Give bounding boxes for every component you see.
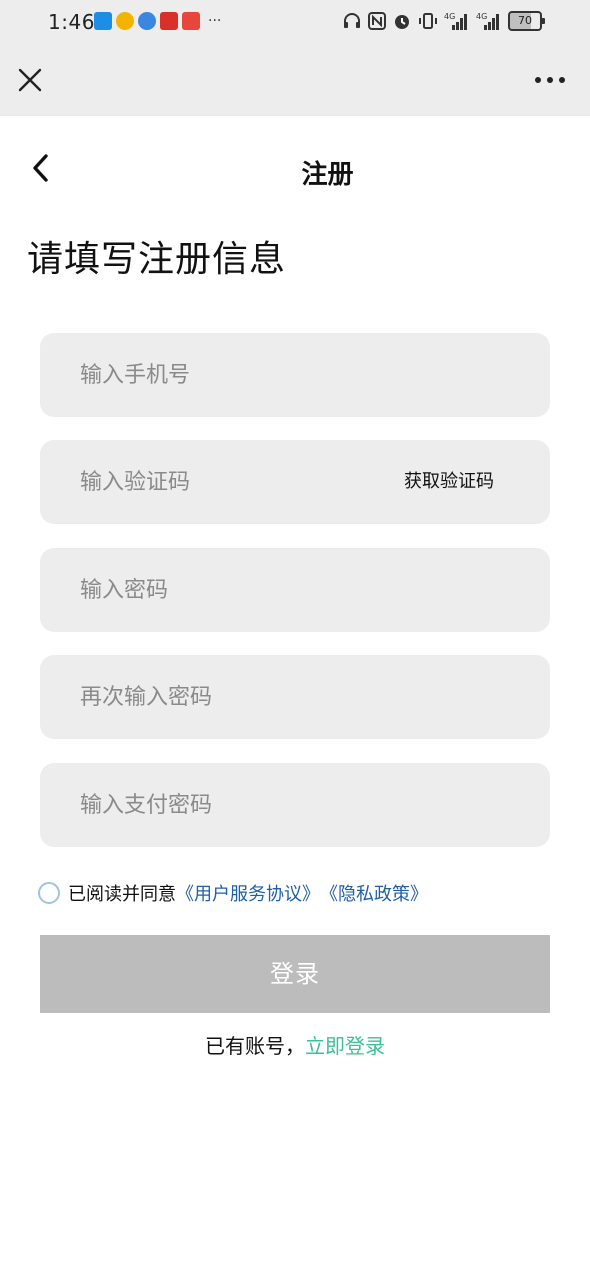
app-notification-icon — [94, 12, 112, 30]
pay-password-input[interactable] — [80, 763, 410, 847]
system-status-icons: 4G 4G 70 — [342, 11, 545, 31]
status-bar: 1:46 ··· 4G 4G 70 — [0, 0, 590, 44]
confirm-password-input[interactable] — [80, 655, 410, 739]
phone-field — [40, 333, 550, 417]
code-field: 获取验证码 — [40, 440, 550, 524]
form-heading: 请填写注册信息 — [27, 239, 287, 280]
more-options-icon[interactable] — [534, 70, 566, 90]
headphone-icon — [342, 11, 362, 31]
webview-top-bar — [0, 44, 590, 116]
verification-code-input[interactable] — [80, 440, 410, 524]
status-time: 1:46 — [48, 10, 95, 34]
vibrate-icon — [418, 11, 438, 31]
svg-text:4G: 4G — [444, 12, 455, 21]
nfc-icon — [368, 12, 386, 30]
password-field — [40, 548, 550, 632]
pay-password-field — [40, 763, 550, 847]
agreement-checkbox[interactable] — [38, 882, 60, 904]
close-icon[interactable] — [14, 64, 46, 96]
notification-icons: ··· — [94, 12, 221, 30]
more-notifications-icon: ··· — [208, 13, 222, 29]
browser-notification-icon — [138, 12, 156, 30]
login-now-link[interactable]: 立即登录 — [305, 1034, 385, 1058]
confirm-password-field — [40, 655, 550, 739]
news-notification-icon — [160, 12, 178, 30]
get-code-button[interactable]: 获取验证码 — [404, 440, 494, 524]
battery-icon: 70 — [508, 11, 545, 31]
password-input[interactable] — [80, 548, 410, 632]
page-title: 注册 — [301, 160, 354, 190]
weibo-notification-icon — [116, 12, 134, 30]
signal-icon-1: 4G — [444, 11, 470, 31]
login-button[interactable]: 登录 — [40, 935, 550, 1013]
svg-text:4G: 4G — [476, 12, 487, 21]
signal-icon-2: 4G — [476, 11, 502, 31]
login-hint-text: 已有账号， — [205, 1034, 305, 1058]
alarm-icon — [392, 11, 412, 31]
phone-input[interactable] — [80, 333, 410, 417]
terms-link[interactable]: 《用户服务协议》 — [176, 880, 320, 906]
login-hint: 已有账号，立即登录 — [0, 1030, 590, 1059]
agreement-text: 已阅读并同意 — [68, 884, 176, 905]
shopping-notification-icon — [182, 12, 200, 30]
agreement-row: 已阅读并同意 《用户服务协议》 《隐私政策》 — [38, 880, 428, 906]
privacy-link[interactable]: 《隐私政策》 — [320, 880, 428, 906]
